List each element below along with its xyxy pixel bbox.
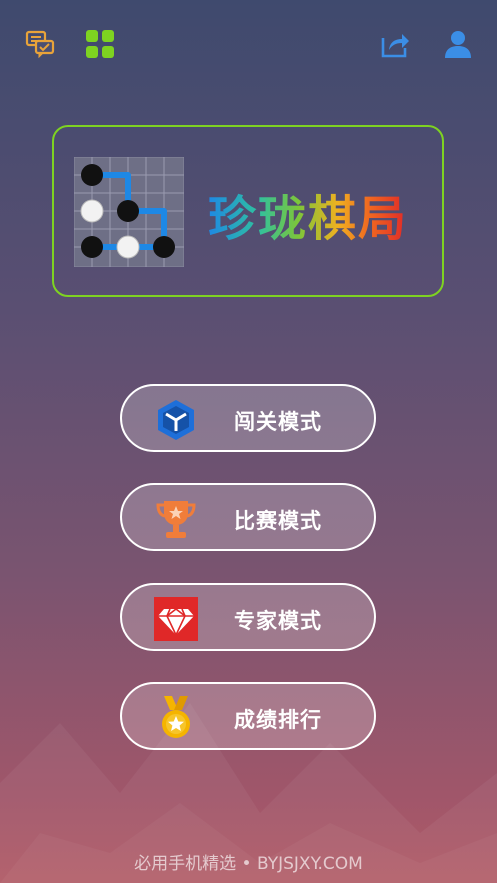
match-mode-label: 比赛模式 [234, 509, 322, 533]
grid-apps-icon[interactable] [82, 26, 118, 62]
leaderboard-label: 成绩排行 [234, 708, 322, 732]
trophy-icon [154, 497, 198, 541]
share-icon[interactable] [377, 26, 413, 62]
medal-icon [154, 696, 198, 740]
match-mode-button[interactable]: 比赛模式 [120, 483, 376, 551]
level-mode-label: 闯关模式 [234, 410, 322, 434]
user-icon[interactable] [440, 26, 476, 62]
logo-card: 珍珑棋局 [52, 125, 444, 297]
go-board-icon [74, 157, 184, 267]
footer-watermark: 必用手机精选 • BYJSJXY.COM [134, 854, 363, 874]
level-mode-button[interactable]: 闯关模式 [120, 384, 376, 452]
feedback-chat-icon[interactable] [22, 26, 58, 62]
expert-mode-button[interactable]: 专家模式 [120, 583, 376, 651]
diamond-icon [154, 597, 198, 641]
cube-icon [154, 398, 198, 442]
leaderboard-button[interactable]: 成绩排行 [120, 682, 376, 750]
app-title: 珍珑棋局 [208, 179, 408, 249]
expert-mode-label: 专家模式 [234, 609, 322, 633]
